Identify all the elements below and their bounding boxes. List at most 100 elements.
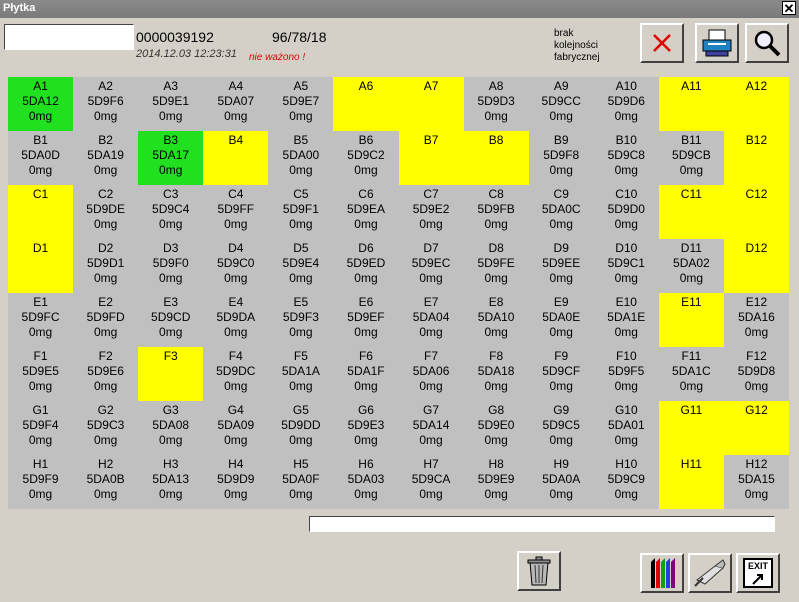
well-cell[interactable]: E2 5D9FD 0mg xyxy=(73,293,138,347)
well-cell[interactable]: B12 xyxy=(723,131,789,185)
well-cell[interactable]: G5 5D9DD 0mg xyxy=(268,401,333,455)
well-cell[interactable]: D1 xyxy=(8,239,74,293)
well-cell[interactable]: C11 xyxy=(658,185,724,239)
well-cell[interactable]: G4 5DA09 0mg xyxy=(203,401,268,455)
well-cell[interactable]: H2 5DA0B 0mg xyxy=(73,455,138,509)
delete-button[interactable] xyxy=(517,551,561,591)
well-cell[interactable]: C9 5DA0C 0mg xyxy=(529,185,594,239)
well-cell[interactable]: H3 5DA13 0mg xyxy=(138,455,203,509)
well-cell[interactable]: H8 5D9E9 0mg xyxy=(464,455,529,509)
well-cell[interactable]: G12 xyxy=(723,401,789,455)
well-cell[interactable]: H6 5DA03 0mg xyxy=(333,455,398,509)
well-cell[interactable]: D11 5DA02 0mg xyxy=(659,239,724,293)
well-cell[interactable]: G7 5DA14 0mg xyxy=(399,401,464,455)
well-cell[interactable]: A8 5D9D3 0mg xyxy=(464,77,529,131)
well-cell[interactable]: H11 xyxy=(658,455,724,509)
well-cell[interactable]: A2 5D9F6 0mg xyxy=(73,77,138,131)
well-cell[interactable]: H4 5D9D9 0mg xyxy=(203,455,268,509)
well-cell[interactable]: C10 5D9D0 0mg xyxy=(594,185,659,239)
well-cell[interactable]: D9 5D9EE 0mg xyxy=(529,239,594,293)
well-cell[interactable]: B7 xyxy=(398,131,464,185)
well-cell[interactable]: F2 5D9E6 0mg xyxy=(73,347,138,401)
well-cell[interactable]: A4 5DA07 0mg xyxy=(203,77,268,131)
well-cell[interactable]: F9 5D9CF 0mg xyxy=(529,347,594,401)
well-cell[interactable]: A10 5D9D6 0mg xyxy=(594,77,659,131)
well-cell[interactable]: B8 xyxy=(463,131,529,185)
search-input[interactable] xyxy=(4,24,134,50)
well-cell[interactable]: B2 5DA19 0mg xyxy=(73,131,138,185)
cancel-button[interactable] xyxy=(640,23,684,63)
close-button[interactable]: ✕ xyxy=(782,1,796,15)
well-cell[interactable]: E12 5DA16 0mg xyxy=(724,293,789,347)
well-cell[interactable]: G2 5D9C3 0mg xyxy=(73,401,138,455)
well-cell[interactable]: E8 5DA10 0mg xyxy=(464,293,529,347)
well-cell[interactable]: A11 xyxy=(658,77,724,131)
search-button[interactable] xyxy=(745,23,789,63)
scanner-button[interactable] xyxy=(688,553,732,593)
well-cell[interactable]: H9 5DA0A 0mg xyxy=(529,455,594,509)
well-cell[interactable]: C1 xyxy=(8,185,74,239)
well-cell[interactable]: A12 xyxy=(723,77,789,131)
well-cell[interactable]: D2 5D9D1 0mg xyxy=(73,239,138,293)
well-cell[interactable]: E11 xyxy=(658,293,724,347)
well-cell[interactable]: E6 5D9EF 0mg xyxy=(333,293,398,347)
well-cell[interactable]: H12 5DA15 0mg xyxy=(724,455,789,509)
well-cell[interactable]: G9 5D9C5 0mg xyxy=(529,401,594,455)
well-cell[interactable]: A7 xyxy=(398,77,464,131)
well-cell[interactable]: C8 5D9FB 0mg xyxy=(464,185,529,239)
well-cell[interactable]: H5 5DA0F 0mg xyxy=(268,455,333,509)
colors-button[interactable] xyxy=(640,553,684,593)
well-cell[interactable]: D8 5D9FE 0mg xyxy=(464,239,529,293)
well-cell[interactable]: B5 5DA00 0mg xyxy=(268,131,333,185)
well-cell[interactable]: D7 5D9EC 0mg xyxy=(399,239,464,293)
well-cell[interactable]: F6 5DA1F 0mg xyxy=(333,347,398,401)
well-cell[interactable]: G10 5DA01 0mg xyxy=(594,401,659,455)
well-cell[interactable]: E5 5D9F3 0mg xyxy=(268,293,333,347)
well-cell[interactable]: D10 5D9C1 0mg xyxy=(594,239,659,293)
well-cell[interactable]: F12 5D9D8 0mg xyxy=(724,347,789,401)
well-cell[interactable]: A6 xyxy=(333,77,399,131)
well-cell[interactable]: C2 5D9DE 0mg xyxy=(73,185,138,239)
well-cell[interactable]: B11 5D9CB 0mg xyxy=(659,131,724,185)
print-button[interactable] xyxy=(695,23,739,63)
exit-button[interactable]: EXIT xyxy=(736,553,780,593)
well-cell[interactable]: F5 5DA1A 0mg xyxy=(268,347,333,401)
well-cell[interactable]: A1 5DA12 0mg xyxy=(8,77,74,131)
well-cell[interactable]: B1 5DA0D 0mg xyxy=(8,131,73,185)
well-cell[interactable]: E7 5DA04 0mg xyxy=(399,293,464,347)
well-cell[interactable]: B6 5D9C2 0mg xyxy=(333,131,398,185)
well-cell[interactable]: B9 5D9F8 0mg xyxy=(529,131,594,185)
well-cell[interactable]: F3 xyxy=(138,347,204,401)
well-cell[interactable]: C5 5D9F1 0mg xyxy=(268,185,333,239)
well-cell[interactable]: D12 xyxy=(723,239,789,293)
well-cell[interactable]: B4 xyxy=(203,131,269,185)
well-cell[interactable]: G11 xyxy=(658,401,724,455)
well-cell[interactable]: C12 xyxy=(723,185,789,239)
well-cell[interactable]: F4 5D9DC 0mg xyxy=(203,347,268,401)
well-cell[interactable]: C7 5D9E2 0mg xyxy=(399,185,464,239)
well-cell[interactable]: A3 5D9E1 0mg xyxy=(138,77,203,131)
well-cell[interactable]: D5 5D9E4 0mg xyxy=(268,239,333,293)
well-cell[interactable]: F1 5D9E5 0mg xyxy=(8,347,73,401)
well-cell[interactable]: H10 5D9C9 0mg xyxy=(594,455,659,509)
well-cell[interactable]: G1 5D9F4 0mg xyxy=(8,401,73,455)
well-cell[interactable]: D6 5D9ED 0mg xyxy=(333,239,398,293)
well-cell[interactable]: D4 5D9C0 0mg xyxy=(203,239,268,293)
well-cell[interactable]: C6 5D9EA 0mg xyxy=(333,185,398,239)
well-cell[interactable]: E1 5D9FC 0mg xyxy=(8,293,73,347)
well-cell[interactable]: E9 5DA0E 0mg xyxy=(529,293,594,347)
well-cell[interactable]: G3 5DA08 0mg xyxy=(138,401,203,455)
well-cell[interactable]: C4 5D9FF 0mg xyxy=(203,185,268,239)
well-cell[interactable]: F11 5DA1C 0mg xyxy=(659,347,724,401)
well-cell[interactable]: F10 5D9F5 0mg xyxy=(594,347,659,401)
well-cell[interactable]: A5 5D9E7 0mg xyxy=(268,77,333,131)
well-cell[interactable]: G8 5D9E0 0mg xyxy=(464,401,529,455)
well-cell[interactable]: F7 5DA06 0mg xyxy=(399,347,464,401)
well-cell[interactable]: E4 5D9DA 0mg xyxy=(203,293,268,347)
well-cell[interactable]: A9 5D9CC 0mg xyxy=(529,77,594,131)
well-cell[interactable]: E10 5DA1E 0mg xyxy=(594,293,659,347)
well-cell[interactable]: G6 5D9E3 0mg xyxy=(333,401,398,455)
well-cell[interactable]: C3 5D9C4 0mg xyxy=(138,185,203,239)
well-cell[interactable]: D3 5D9F0 0mg xyxy=(138,239,203,293)
well-cell[interactable]: H7 5D9CA 0mg xyxy=(399,455,464,509)
